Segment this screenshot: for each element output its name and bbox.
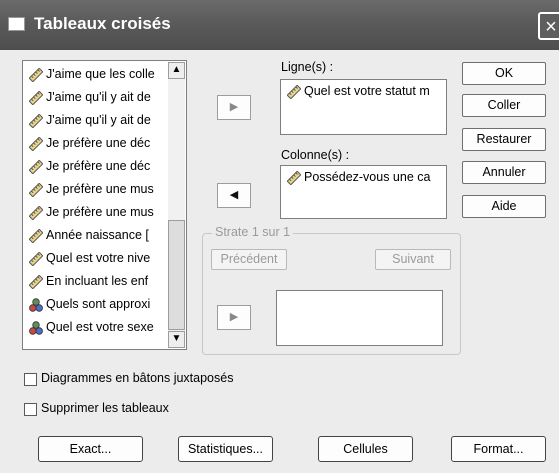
- reset-button[interactable]: Restaurer: [462, 128, 546, 151]
- scroll-thumb[interactable]: [168, 220, 185, 330]
- variable-list-item[interactable]: J'aime que les colle: [29, 64, 169, 84]
- move-to-rows-button[interactable]: ▶: [217, 95, 251, 120]
- variable-list-item[interactable]: Année naissance [: [29, 225, 169, 245]
- columns-item[interactable]: Possédez-vous une ca: [287, 170, 443, 185]
- cancel-button[interactable]: Annuler: [462, 161, 546, 184]
- layer-legend: Strate 1 sur 1: [212, 225, 294, 239]
- ok-button[interactable]: OK: [462, 62, 546, 85]
- rows-box[interactable]: Quel est votre statut m: [280, 79, 447, 135]
- rows-label: Ligne(s) :: [281, 60, 334, 74]
- suppress-tables-label: Supprimer les tableaux: [41, 401, 169, 415]
- exact-button[interactable]: Exact...: [38, 436, 143, 462]
- paste-button[interactable]: Coller: [462, 94, 546, 117]
- scale-variable-icon: [29, 90, 44, 106]
- variable-list-item[interactable]: En incluant les enf: [29, 271, 169, 291]
- variable-list-item[interactable]: Je préfère une déc: [29, 156, 169, 176]
- window-title: Tableaux croisés: [34, 14, 171, 33]
- layer-box[interactable]: [276, 290, 443, 346]
- nominal-variable-icon: [29, 321, 43, 335]
- rows-item[interactable]: Quel est votre statut m: [287, 84, 443, 99]
- columns-label: Colonne(s) :: [281, 148, 350, 162]
- scale-variable-icon: [29, 251, 44, 267]
- arrow-right-icon: ▶: [229, 101, 239, 113]
- variable-list-item[interactable]: Je préfère une mus: [29, 202, 169, 222]
- clustered-bar-checkbox[interactable]: [24, 373, 37, 386]
- next-layer-button[interactable]: Suivant: [375, 249, 451, 270]
- scale-variable-icon: [29, 228, 44, 244]
- scroll-up-arrow-icon[interactable]: ▲: [168, 62, 185, 79]
- previous-layer-button[interactable]: Précédent: [211, 249, 287, 270]
- variable-list-item[interactable]: J'aime qu'il y ait de: [29, 87, 169, 107]
- scale-variable-icon: [29, 159, 44, 175]
- cells-button[interactable]: Cellules: [318, 436, 413, 462]
- scale-variable-icon: [29, 113, 44, 129]
- clustered-bar-label: Diagrammes en bâtons juxtaposés: [41, 371, 234, 385]
- format-button[interactable]: Format...: [451, 436, 546, 462]
- columns-box[interactable]: Possédez-vous une ca: [280, 165, 447, 219]
- variable-list-item[interactable]: Quels sont approxi: [29, 294, 169, 314]
- arrow-left-icon: ◀: [229, 189, 239, 201]
- scale-variable-icon: [287, 84, 302, 99]
- nominal-variable-icon: [29, 298, 43, 312]
- variable-list-item[interactable]: Quel est votre sexe: [29, 317, 169, 337]
- scale-variable-icon: [29, 205, 44, 221]
- variable-list-item[interactable]: Je préfère une mus: [29, 179, 169, 199]
- statistics-button[interactable]: Statistiques...: [178, 436, 273, 462]
- scroll-down-arrow-icon[interactable]: ▼: [168, 331, 185, 348]
- scale-variable-icon: [29, 136, 44, 152]
- scale-variable-icon: [287, 170, 302, 185]
- scale-variable-icon: [29, 274, 44, 290]
- close-button[interactable]: ×: [538, 12, 559, 40]
- variable-list-item[interactable]: J'aime qu'il y ait de: [29, 110, 169, 130]
- scale-variable-icon: [29, 182, 44, 198]
- variable-list-scrollbar[interactable]: ▲ ▼: [168, 62, 185, 348]
- variable-list[interactable]: J'aime que les colle J'aime qu'il y ait d…: [22, 60, 187, 350]
- variable-list-item[interactable]: Je préfère une déc: [29, 133, 169, 153]
- move-from-columns-button[interactable]: ◀: [217, 183, 251, 208]
- help-button[interactable]: Aide: [462, 195, 546, 218]
- window-icon: [8, 17, 25, 31]
- scale-variable-icon: [29, 67, 44, 83]
- suppress-tables-checkbox[interactable]: [24, 403, 37, 416]
- variable-list-item[interactable]: Quel est votre nive: [29, 248, 169, 268]
- title-bar: Tableaux croisés ×: [0, 0, 559, 50]
